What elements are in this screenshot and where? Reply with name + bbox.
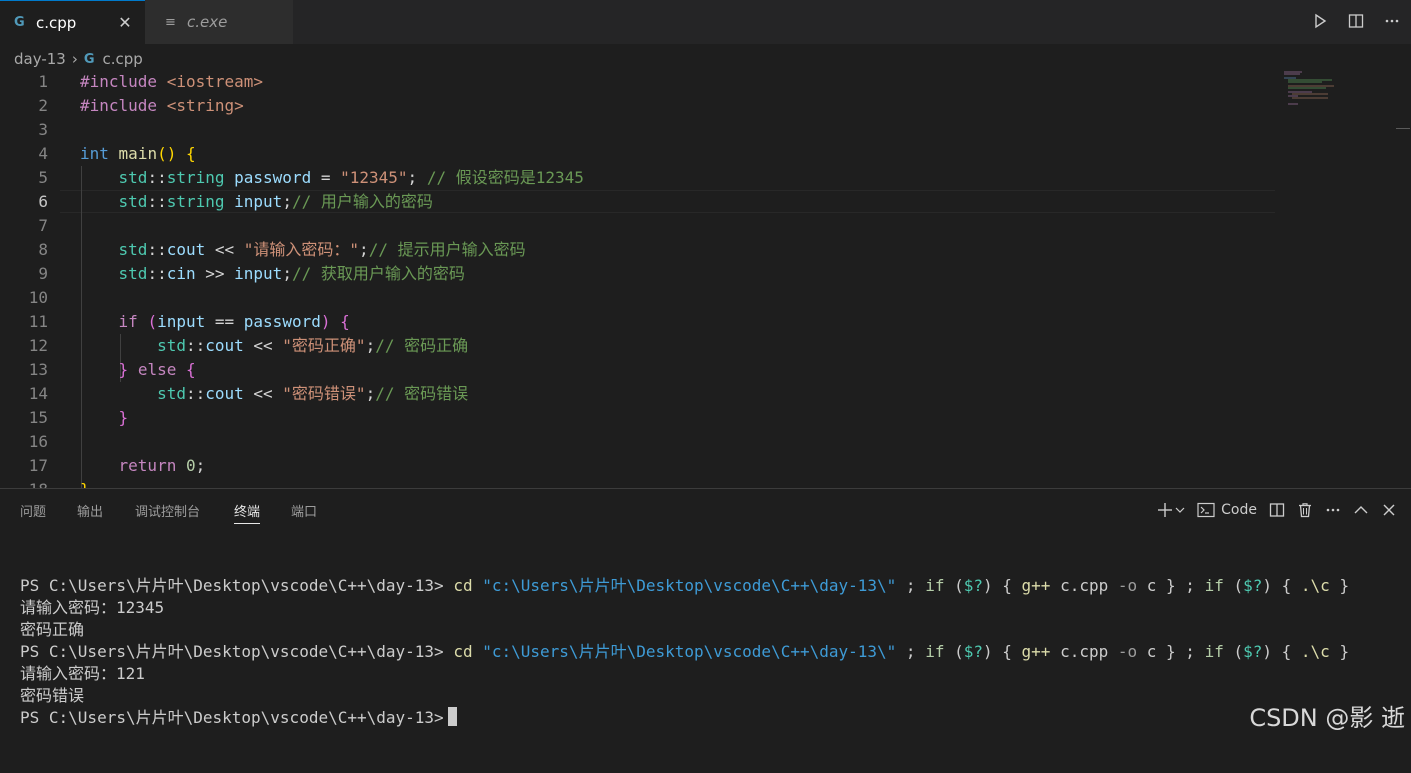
bottom-panel: 问题 输出 调试控制台 终端 端口 Code PS C:\Users\片片叶\D… — [0, 488, 1411, 743]
code-line: 18} — [0, 478, 1275, 488]
breadcrumb: day-13 › G c.cpp — [14, 48, 143, 70]
more-actions-icon[interactable] — [1325, 499, 1341, 521]
more-actions-icon[interactable] — [1381, 10, 1403, 32]
code-line: 16 — [0, 430, 1275, 454]
code-editor[interactable]: 1 #include <iostream> 2 #include <string> … — [0, 70, 1411, 488]
line-number: 14 — [28, 384, 48, 403]
code-line: 3 — [0, 118, 1275, 142]
breadcrumb-folder[interactable]: day-13 — [14, 50, 66, 68]
tab-label: c.cpp — [36, 13, 77, 32]
tab-problems[interactable]: 问题 — [20, 501, 46, 523]
trash-icon[interactable] — [1297, 499, 1313, 521]
line-number: 13 — [28, 360, 48, 379]
terminal-line: 密码错误 — [20, 686, 85, 705]
code-line: 2 #include <string> — [0, 94, 1275, 118]
code-line: 15 } — [0, 406, 1275, 430]
code-line: 11 if (input == password) { — [0, 310, 1275, 334]
chevron-right-icon: › — [71, 50, 78, 68]
tab-label: c.exe — [187, 13, 228, 31]
code-line: 14 std::cout << "密码错误";// 密码错误 — [0, 382, 1275, 406]
code-line: 5 std::string password = "12345"; // 假设密… — [0, 166, 1275, 190]
terminal-prompt: PS C:\Users\片片叶\Desktop\vscode\C++\day-1… — [20, 708, 444, 727]
close-panel-icon[interactable] — [1381, 499, 1397, 521]
code-line: 10 — [0, 286, 1275, 310]
line-number: 12 — [28, 336, 48, 355]
run-icon[interactable] — [1309, 10, 1331, 32]
terminal-icon — [1197, 502, 1215, 518]
code-line: 9 std::cin >> input;// 获取用户输入的密码 — [0, 262, 1275, 286]
close-icon[interactable]: ✕ — [115, 13, 135, 33]
terminal-line: 请输入密码：12345 — [20, 598, 165, 617]
shell-label: Code — [1221, 502, 1257, 518]
terminal-line: PS C:\Users\片片叶\Desktop\vscode\C++\day-1… — [20, 642, 1350, 661]
line-number: 15 — [28, 408, 48, 427]
line-number: 3 — [38, 120, 48, 139]
code-line: 1 #include <iostream> — [0, 70, 1275, 94]
terminal-line: 请输入密码：121 — [20, 664, 145, 683]
panel-actions: Code — [1157, 499, 1397, 521]
code-line: 13 } else { — [0, 358, 1275, 382]
new-terminal-icon[interactable] — [1157, 499, 1173, 521]
tab-c-cpp[interactable]: G c.cpp ✕ — [0, 0, 145, 44]
line-number: 9 — [38, 264, 48, 283]
line-number: 2 — [38, 96, 48, 115]
line-number: 5 — [38, 168, 48, 187]
tab-output[interactable]: 输出 — [77, 501, 103, 523]
breadcrumb-file[interactable]: c.cpp — [103, 50, 143, 68]
line-number: 6 — [38, 192, 48, 211]
code-line: 8 std::cout << "请输入密码：";// 提示用户输入密码 — [0, 238, 1275, 262]
line-number: 18 — [0, 478, 48, 488]
editor-actions — [1309, 10, 1403, 32]
code-line: 17 return 0; — [0, 454, 1275, 478]
cpp-file-icon: G — [83, 51, 95, 67]
terminal-command: cd — [453, 576, 473, 595]
text-file-icon: ≡ — [165, 14, 176, 30]
terminal-path: "c:\Users\片片叶\Desktop\vscode\C++\day-13\… — [482, 642, 897, 661]
line-number: 7 — [38, 216, 48, 235]
terminal-line: PS C:\Users\片片叶\Desktop\vscode\C++\day-1… — [20, 576, 1350, 595]
split-editor-icon[interactable] — [1345, 10, 1367, 32]
tab-debug-console[interactable]: 调试控制台 — [135, 501, 200, 523]
code-line: 7 — [0, 214, 1275, 238]
line-number: 1 — [38, 72, 48, 91]
terminal-shell-selector[interactable]: Code — [1197, 499, 1257, 521]
terminal-command: cd — [453, 642, 473, 661]
code-line: 12 std::cout << "密码正确";// 密码正确 — [0, 334, 1275, 358]
editor-scrollbar[interactable] — [1396, 70, 1410, 488]
line-number: 10 — [28, 288, 48, 307]
minimap[interactable] — [1282, 70, 1342, 110]
terminal-prompt: PS C:\Users\片片叶\Desktop\vscode\C++\day-1… — [20, 576, 444, 595]
terminal-prompt: PS C:\Users\片片叶\Desktop\vscode\C++\day-1… — [20, 642, 444, 661]
maximize-panel-icon[interactable] — [1353, 499, 1369, 521]
terminal-path: "c:\Users\片片叶\Desktop\vscode\C++\day-13\… — [482, 576, 897, 595]
split-terminal-icon[interactable] — [1269, 499, 1285, 521]
tab-ports[interactable]: 端口 — [291, 501, 317, 523]
line-number: 17 — [28, 456, 48, 475]
terminal-line: PS C:\Users\片片叶\Desktop\vscode\C++\day-1… — [20, 707, 1349, 729]
cpp-file-icon: G — [14, 15, 25, 30]
line-number: 4 — [38, 144, 48, 163]
terminal-cursor — [447, 707, 457, 726]
code-line: 6 std::string input;// 用户输入的密码 — [0, 190, 1275, 214]
line-number: 16 — [28, 432, 48, 451]
tab-bar: G c.cpp ✕ ≡ c.exe — [0, 0, 1411, 44]
terminal-output[interactable]: PS C:\Users\片片叶\Desktop\vscode\C++\day-1… — [20, 553, 1349, 773]
line-number: 11 — [28, 312, 48, 331]
watermark: CSDN @影 逝 — [1249, 704, 1405, 732]
chevron-down-icon[interactable] — [1175, 499, 1185, 521]
tab-c-exe[interactable]: ≡ c.exe — [145, 0, 293, 44]
tab-terminal[interactable]: 终端 — [234, 501, 261, 524]
line-number: 8 — [38, 240, 48, 259]
code-line: 4 int main() { — [0, 142, 1275, 166]
terminal-line: 密码正确 — [20, 620, 85, 639]
